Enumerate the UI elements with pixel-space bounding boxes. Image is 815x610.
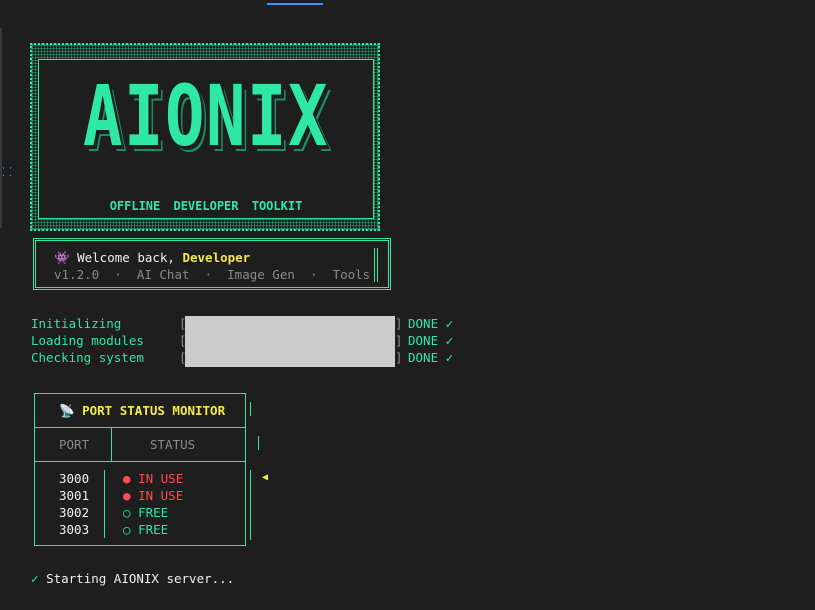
separator: · bbox=[309, 267, 318, 282]
progress-label: Initializing bbox=[31, 316, 122, 331]
port-number: 3003 bbox=[59, 522, 90, 537]
panel-edge bbox=[0, 28, 2, 228]
progress-done: DONE ✓ bbox=[408, 350, 454, 365]
progress-bar bbox=[185, 333, 395, 350]
feature-image-gen: Image Gen bbox=[227, 267, 295, 282]
status-text: IN USE bbox=[138, 471, 184, 486]
progress-label: Loading modules bbox=[31, 333, 144, 348]
active-tab-indicator bbox=[267, 3, 323, 5]
welcome-box: 👾 Welcome back, Developer v1.2.0 · AI Ch… bbox=[33, 238, 391, 290]
status-text: FREE bbox=[138, 505, 169, 520]
progress-bar bbox=[185, 350, 395, 367]
table-edge-mark bbox=[258, 436, 259, 450]
status-text: IN USE bbox=[138, 488, 184, 503]
port-number: 3002 bbox=[59, 505, 90, 520]
progress-bar bbox=[185, 316, 395, 333]
status-text: FREE bbox=[138, 522, 169, 537]
divider bbox=[35, 427, 245, 428]
status-message: ✓ Starting AIONIX server... bbox=[31, 571, 234, 586]
feature-tools: Tools bbox=[332, 267, 371, 282]
aionix-banner: AIONIX OFFLINE DEVELOPER TOOLKIT bbox=[30, 43, 380, 231]
progress-row-loading-modules: Loading modules [ ] DONE ✓ bbox=[31, 333, 453, 350]
port-row: 3000 ● IN USE bbox=[59, 471, 239, 488]
welcome-username: Developer bbox=[182, 250, 251, 265]
column-divider bbox=[111, 428, 112, 462]
status-dot-icon: ● bbox=[123, 471, 131, 486]
status-dot-icon: ● bbox=[123, 488, 131, 503]
port-status: ○ FREE bbox=[123, 522, 168, 537]
progress-bracket-right: ] bbox=[395, 316, 403, 331]
welcome-right-bar bbox=[374, 248, 378, 282]
column-header-port: PORT bbox=[59, 437, 90, 452]
current-row-pointer-icon: ◀ bbox=[262, 472, 269, 483]
port-monitor-title: 📡 PORT STATUS MONITOR bbox=[59, 403, 225, 419]
space-invader-icon: 👾 bbox=[54, 250, 70, 265]
progress-bracket-right: ] bbox=[395, 333, 403, 348]
checkmark-icon: ✓ bbox=[31, 571, 39, 586]
port-row: 3002 ○ FREE bbox=[59, 505, 239, 522]
welcome-line: 👾 Welcome back, Developer bbox=[54, 250, 250, 266]
port-number: 3001 bbox=[59, 488, 90, 503]
progress-label: Checking system bbox=[31, 350, 144, 365]
status-circle-icon: ○ bbox=[123, 505, 131, 520]
port-number: 3000 bbox=[59, 471, 90, 486]
port-status: ● IN USE bbox=[123, 488, 183, 503]
banner-subtitle: OFFLINE DEVELOPER TOOLKIT bbox=[109, 199, 303, 213]
status-circle-icon: ○ bbox=[123, 522, 131, 537]
port-row: 3001 ● IN USE bbox=[59, 488, 239, 505]
satellite-icon: ⸬ bbox=[2, 165, 12, 179]
table-edge-mark bbox=[250, 402, 251, 416]
banner-logo: AIONIX bbox=[82, 67, 330, 165]
feature-line: v1.2.0 · AI Chat · Image Gen · Tools bbox=[54, 267, 370, 282]
separator: · bbox=[204, 267, 213, 282]
status-message-text: Starting AIONIX server... bbox=[46, 571, 235, 586]
progress-row-initializing: Initializing [ ] DONE ✓ bbox=[31, 316, 453, 333]
version-label: v1.2.0 bbox=[54, 267, 100, 282]
port-status: ● IN USE bbox=[123, 471, 183, 486]
progress-done: DONE ✓ bbox=[408, 316, 454, 331]
table-edge-mark bbox=[250, 470, 251, 540]
port-status: ○ FREE bbox=[123, 505, 168, 520]
divider bbox=[35, 461, 245, 462]
progress-row-checking-system: Checking system [ ] DONE ✓ bbox=[31, 350, 453, 367]
progress-bracket-right: ] bbox=[395, 350, 403, 365]
banner-inner-panel: AIONIX OFFLINE DEVELOPER TOOLKIT bbox=[38, 59, 374, 219]
column-header-status: STATUS bbox=[150, 437, 196, 452]
port-status-monitor: 📡 PORT STATUS MONITOR PORT STATUS 3000 ●… bbox=[34, 393, 246, 546]
separator: · bbox=[114, 267, 122, 282]
port-row: 3003 ○ FREE bbox=[59, 522, 239, 539]
satellite-dish-icon: 📡 bbox=[59, 403, 75, 418]
progress-done: DONE ✓ bbox=[408, 333, 454, 348]
welcome-prefix: Welcome back, bbox=[77, 250, 183, 265]
feature-ai-chat: AI Chat bbox=[136, 267, 190, 282]
port-monitor-title-text: PORT STATUS MONITOR bbox=[82, 403, 226, 418]
